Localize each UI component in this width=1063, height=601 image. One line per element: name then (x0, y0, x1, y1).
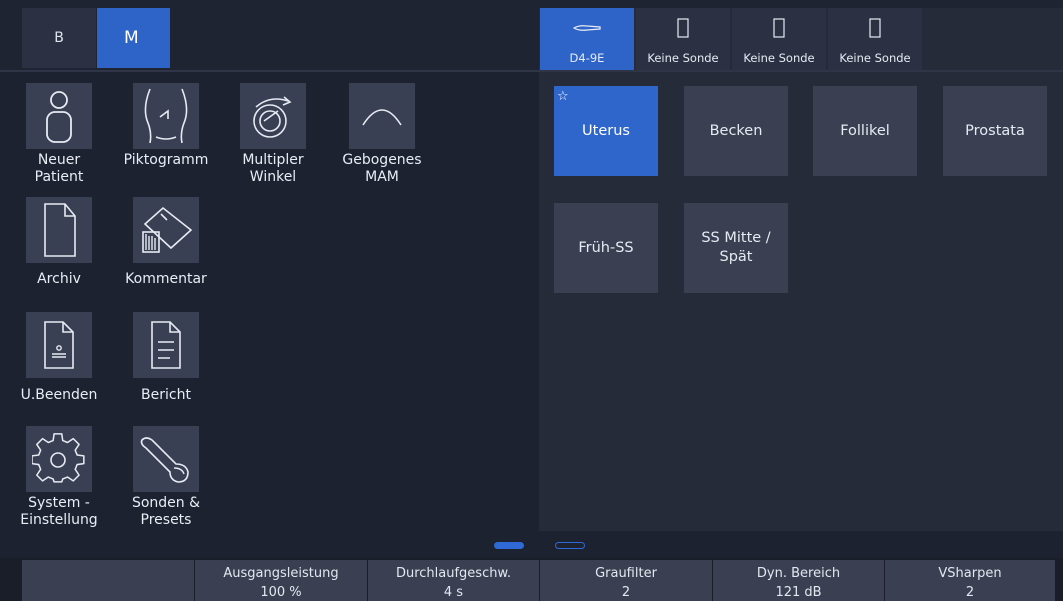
empty-slot-icon (869, 16, 881, 40)
comment-icon (133, 197, 199, 263)
tool-label: Bericht (141, 387, 191, 403)
param-vsharpen[interactable]: VSharpen 2 (885, 560, 1055, 601)
param-empty[interactable] (22, 560, 194, 601)
probe-slot-4[interactable]: Keine Sonde (828, 8, 922, 70)
page-indicator-inactive[interactable] (555, 542, 585, 549)
preset-becken[interactable]: Becken (684, 86, 788, 176)
mode-tab-m-label: M (124, 28, 139, 48)
tool-label: U.Beenden (20, 387, 98, 403)
probe-presets-icon (133, 426, 199, 492)
param-label: VSharpen (938, 566, 1002, 581)
multi-angle-icon (240, 83, 306, 149)
preset-label: Uterus (582, 122, 630, 139)
tool-system-settings[interactable]: System - Einstellung (4, 426, 114, 529)
tool-label: Gebogenes MAM (342, 152, 422, 185)
tool-new-patient[interactable]: Neuer Patient (4, 83, 114, 186)
preset-label: SS Mitte / Spät (701, 230, 771, 265)
preset-label: Follikel (840, 122, 890, 139)
empty-slot-icon (677, 16, 689, 40)
tool-probes-presets[interactable]: Sonden & Presets (111, 426, 221, 529)
preset-label: Prostata (965, 122, 1025, 139)
tool-pictogram[interactable]: Piktogramm (111, 83, 221, 169)
tool-curved-mam[interactable]: Gebogenes MAM (327, 83, 437, 186)
empty-slot-icon (773, 16, 785, 40)
preset-label: Becken (709, 122, 763, 139)
gear-icon (26, 426, 92, 492)
curved-mam-icon (349, 83, 415, 149)
tool-label: Sonden & Presets (131, 495, 201, 528)
param-durchlaufgeschw[interactable]: Durchlaufgeschw. 4 s (368, 560, 539, 601)
param-ausgangsleistung[interactable]: Ausgangsleistung 100 % (195, 560, 367, 601)
preset-label: Früh-SS (578, 239, 634, 256)
report-icon (133, 312, 199, 378)
tool-comment[interactable]: Kommentar (111, 197, 221, 288)
archive-icon (26, 197, 92, 263)
preset-follikel[interactable]: Follikel (813, 86, 917, 176)
tool-label: Neuer Patient (34, 152, 84, 185)
preset-uterus[interactable]: ☆ Uterus (554, 86, 658, 176)
param-value: 4 s (443, 585, 464, 600)
page-indicator-active[interactable] (494, 542, 524, 549)
tool-label: Piktogramm (123, 152, 209, 168)
probe-slot-2[interactable]: Keine Sonde (636, 8, 730, 70)
param-label: Durchlaufgeschw. (395, 566, 512, 581)
mode-tab-b-label: B (54, 30, 64, 46)
tool-archive[interactable]: Archiv (4, 197, 114, 288)
probe-slot-3[interactable]: Keine Sonde (732, 8, 826, 70)
mode-tab-b[interactable]: B (22, 8, 96, 68)
param-value: 2 (621, 585, 631, 600)
param-label: Graufilter (595, 566, 657, 581)
param-graufilter[interactable]: Graufilter 2 (540, 560, 712, 601)
param-label: Ausgangsleistung (223, 566, 339, 581)
probe-label: D4-9E (569, 51, 605, 65)
tool-multi-angle[interactable]: Multipler Winkel (218, 83, 328, 186)
mode-tab-m[interactable]: M (97, 8, 170, 68)
probe-label: Keine Sonde (743, 51, 815, 65)
param-value: 100 % (260, 585, 302, 600)
probe-icon (573, 16, 601, 40)
preset-ss-mitte-spaet[interactable]: SS Mitte / Spät (684, 203, 788, 293)
pictogram-icon (133, 83, 199, 149)
param-dyn-bereich[interactable]: Dyn. Bereich 121 dB (713, 560, 884, 601)
param-value: 121 dB (775, 585, 822, 600)
end-exam-icon (26, 312, 92, 378)
tool-label: Kommentar (125, 271, 207, 287)
tool-label: Multipler Winkel (242, 152, 304, 185)
probe-label: Keine Sonde (647, 51, 719, 65)
param-label: Dyn. Bereich (756, 566, 841, 581)
new-patient-icon (26, 83, 92, 149)
star-icon: ☆ (557, 89, 569, 104)
tool-end-exam[interactable]: U.Beenden (4, 312, 114, 404)
tool-report[interactable]: Bericht (111, 312, 221, 404)
tool-label: Archiv (37, 271, 81, 287)
probe-label: Keine Sonde (839, 51, 911, 65)
param-value: 2 (965, 585, 975, 600)
tool-label: System - Einstellung (20, 495, 98, 528)
probe-tab-d4-9e[interactable]: D4-9E (540, 8, 634, 70)
preset-frueh-ss[interactable]: Früh-SS (554, 203, 658, 293)
preset-prostata[interactable]: Prostata (943, 86, 1047, 176)
